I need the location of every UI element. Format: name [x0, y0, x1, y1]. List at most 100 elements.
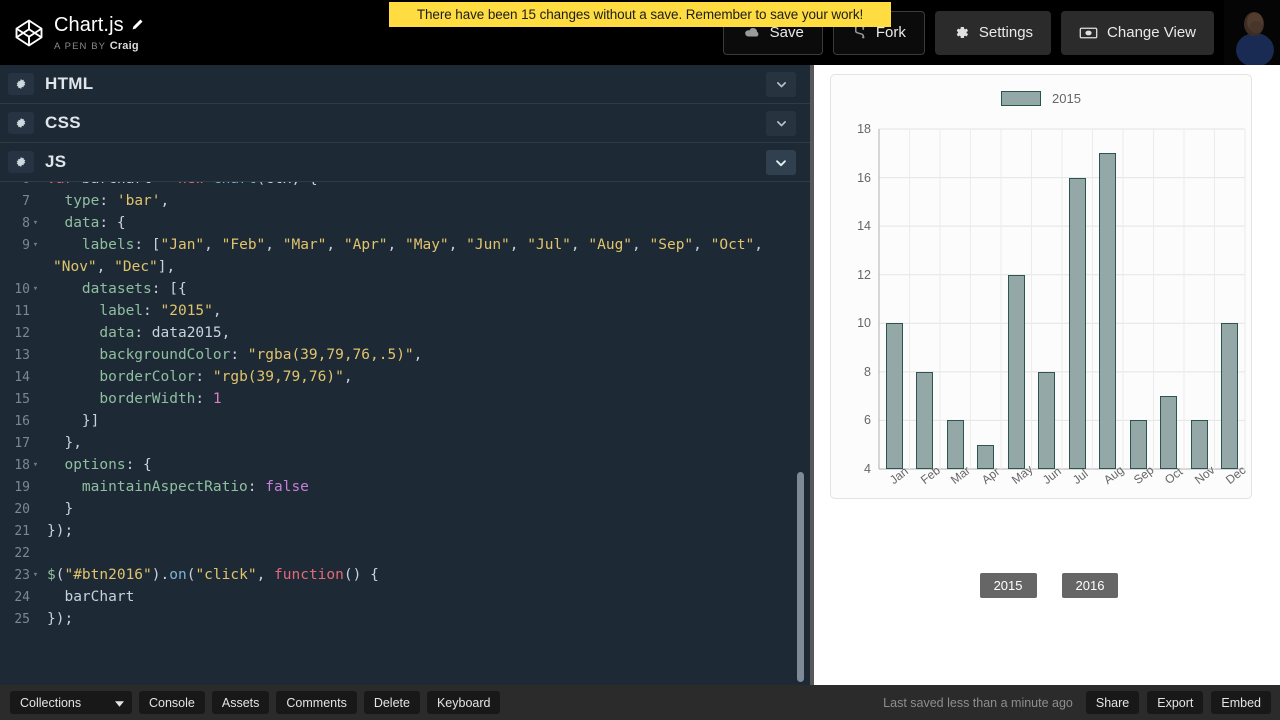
- panel-label-html: HTML: [45, 74, 94, 93]
- bar-oct[interactable]: [1160, 396, 1178, 469]
- line-number: 9: [22, 237, 30, 253]
- code-line[interactable]: 16 }]: [0, 410, 810, 432]
- chevron-down-icon[interactable]: [766, 111, 796, 136]
- chevron-down-icon[interactable]: [766, 72, 796, 97]
- bar-jul[interactable]: [1068, 177, 1086, 469]
- code-line[interactable]: 21});: [0, 520, 810, 542]
- bar-jan[interactable]: [885, 323, 903, 469]
- code-line[interactable]: 17 },: [0, 432, 810, 454]
- pen-byline: A PEN BY Craig: [54, 40, 144, 52]
- code-line[interactable]: 12 data: data2015,: [0, 322, 810, 344]
- chart-button-2015[interactable]: 2015: [979, 573, 1037, 598]
- code-line[interactable]: 22: [0, 542, 810, 564]
- bar-chart-plot[interactable]: 18 16 14 12 10 8 6 4 Jan Feb Mar Apr May Jun Jul Aug Sep…: [831, 75, 1253, 500]
- code-line[interactable]: 11 label: "2015",: [0, 300, 810, 322]
- bottom-bar-right: Last saved less than a minute ago Share …: [883, 691, 1271, 714]
- bar-mar[interactable]: [946, 420, 964, 469]
- change-view-button-label: Change View: [1107, 24, 1196, 41]
- bottom-bar-left: Collections Console Assets Comments Dele…: [0, 691, 501, 714]
- fold-toggle-icon[interactable]: ▾: [30, 212, 41, 234]
- code-text: options: {: [47, 457, 152, 473]
- code-lines[interactable]: 6▾var barChart = new Chart(ctx, {7 type:…: [0, 182, 810, 630]
- code-text: maintainAspectRatio: false: [47, 479, 309, 495]
- code-text: barChart: [47, 589, 135, 605]
- code-line[interactable]: 23 ▾ $("#btn2016").on("click", function() …: [0, 564, 810, 586]
- chart-button-2016[interactable]: 2016: [1061, 573, 1119, 598]
- code-line[interactable]: 20 }: [0, 498, 810, 520]
- js-code-area[interactable]: 6▾var barChart = new Chart(ctx, {7 type:…: [0, 182, 810, 683]
- bar-sep[interactable]: [1129, 420, 1147, 469]
- share-button[interactable]: Share: [1085, 691, 1140, 714]
- fold-toggle-icon[interactable]: ▾: [30, 182, 41, 190]
- chart-year-buttons: 2015 2016: [814, 573, 1280, 598]
- chevron-down-icon[interactable]: [766, 150, 796, 175]
- panel-header-js[interactable]: JS: [0, 143, 810, 182]
- code-line[interactable]: 18 ▾ options: {: [0, 454, 810, 476]
- keyboard-button[interactable]: Keyboard: [426, 691, 501, 714]
- pen-author[interactable]: Craig: [110, 40, 139, 52]
- gear-icon[interactable]: [8, 73, 34, 95]
- bar-nov[interactable]: [1190, 420, 1208, 469]
- cloud-icon: [742, 26, 761, 39]
- comments-button[interactable]: Comments: [276, 691, 357, 714]
- y-axis-tick-label: 12: [857, 267, 871, 282]
- export-button[interactable]: Export: [1147, 691, 1204, 714]
- codepen-logo-icon[interactable]: [14, 18, 44, 48]
- line-number: 7: [22, 193, 30, 209]
- bar-dec[interactable]: [1221, 323, 1239, 469]
- assets-button[interactable]: Assets: [211, 691, 270, 714]
- code-line[interactable]: 15 borderWidth: 1: [0, 388, 810, 410]
- line-number: 10: [14, 281, 30, 297]
- code-line[interactable]: 9 ▾ labels: ["Jan", "Feb", "Mar", "Apr", …: [0, 234, 810, 256]
- code-text: "Nov", "Dec"],: [53, 259, 176, 275]
- y-axis-tick-label: 6: [864, 413, 871, 428]
- delete-button[interactable]: Delete: [363, 691, 420, 714]
- y-axis-tick-label: 10: [857, 316, 871, 331]
- avatar[interactable]: [1224, 0, 1280, 65]
- code-line[interactable]: 10 ▾ datasets: [{: [0, 278, 810, 300]
- gear-icon[interactable]: [8, 112, 34, 134]
- code-line[interactable]: 6▾var barChart = new Chart(ctx, {: [0, 182, 810, 190]
- bar-jun[interactable]: [1038, 371, 1056, 469]
- code-text: label: "2015",: [47, 303, 222, 319]
- y-axis-tick-label: 16: [857, 170, 871, 185]
- line-number: 16: [14, 413, 30, 429]
- code-text: data: {: [47, 215, 126, 231]
- code-line[interactable]: 25});: [0, 608, 810, 630]
- code-text: });: [47, 523, 74, 539]
- change-view-button[interactable]: Change View: [1061, 10, 1214, 55]
- fold-toggle-icon[interactable]: ▾: [30, 454, 41, 476]
- pencil-icon[interactable]: [131, 18, 144, 31]
- line-number: 8: [22, 215, 30, 231]
- unsaved-changes-warning-text: There have been 15 changes without a sav…: [416, 7, 864, 22]
- embed-button[interactable]: Embed: [1211, 691, 1271, 714]
- bar-aug[interactable]: [1099, 153, 1117, 469]
- page-title[interactable]: Chart.js: [54, 14, 124, 36]
- bar-may[interactable]: [1007, 274, 1025, 469]
- bar-feb[interactable]: [916, 371, 934, 469]
- code-line[interactable]: 8 ▾ data: {: [0, 212, 810, 234]
- line-number: 21: [14, 523, 30, 539]
- fold-toggle-icon[interactable]: ▾: [30, 278, 41, 300]
- code-text: borderWidth: 1: [47, 391, 222, 407]
- line-number: 22: [14, 545, 30, 561]
- bottom-bar: Collections Console Assets Comments Dele…: [0, 685, 1280, 720]
- console-button[interactable]: Console: [139, 691, 205, 714]
- code-line[interactable]: "Nov", "Dec"],: [0, 256, 810, 278]
- panel-header-css[interactable]: CSS: [0, 104, 810, 143]
- fold-toggle-icon[interactable]: ▾: [30, 564, 41, 586]
- line-number: 17: [14, 435, 30, 451]
- code-line[interactable]: 13 backgroundColor: "rgba(39,79,76,.5)",: [0, 344, 810, 366]
- collections-dropdown[interactable]: Collections: [10, 691, 132, 714]
- code-line[interactable]: 24 barChart: [0, 586, 810, 608]
- code-line[interactable]: 14 borderColor: "rgb(39,79,76)",: [0, 366, 810, 388]
- code-line[interactable]: 19 maintainAspectRatio: false: [0, 476, 810, 498]
- settings-button[interactable]: Settings: [934, 10, 1052, 55]
- panel-header-html[interactable]: HTML: [0, 65, 810, 104]
- fold-toggle-icon[interactable]: ▾: [30, 234, 41, 256]
- editor-scrollbar[interactable]: [797, 472, 804, 682]
- line-number: 11: [14, 303, 30, 319]
- caret-down-icon: [115, 696, 124, 710]
- gear-icon[interactable]: [8, 151, 34, 173]
- code-line[interactable]: 7 type: 'bar',: [0, 190, 810, 212]
